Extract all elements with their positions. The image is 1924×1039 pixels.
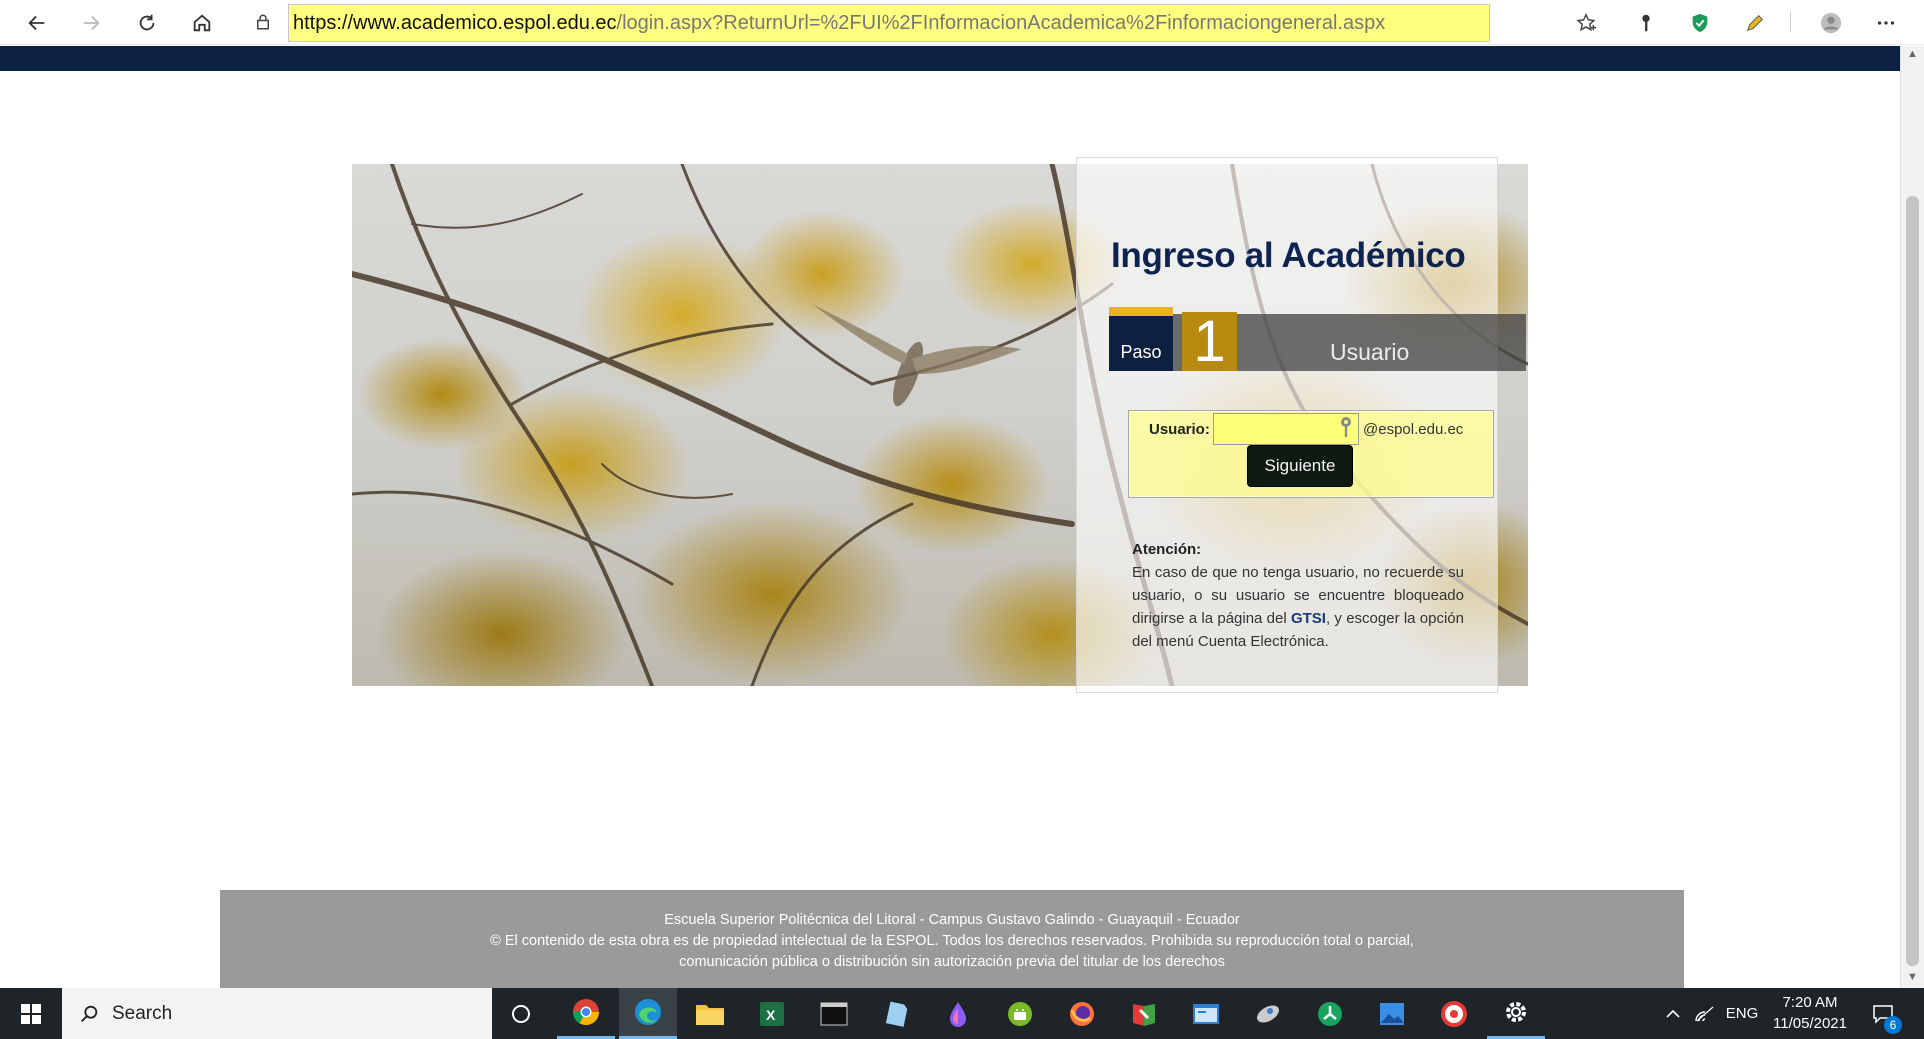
taskbar-chrome[interactable] — [557, 988, 615, 1039]
task-view-button[interactable] — [492, 988, 550, 1039]
green-circle-app-icon — [1318, 1001, 1342, 1026]
notepad-icon — [885, 1001, 908, 1027]
notification-count-badge: 6 — [1884, 1016, 1902, 1034]
gear-icon — [1506, 1002, 1526, 1022]
window-app-icon — [1193, 1003, 1219, 1024]
step-label: Usuario — [1330, 339, 1410, 365]
svg-text:X: X — [766, 1007, 776, 1023]
next-button[interactable]: Siguiente — [1247, 445, 1353, 487]
paint-drop-icon — [950, 1001, 966, 1027]
profile-button[interactable] — [1814, 6, 1848, 40]
star-add-icon — [1576, 13, 1597, 32]
taskbar-office-app[interactable] — [1115, 988, 1173, 1039]
taskbar-control-panel[interactable] — [1177, 988, 1235, 1039]
taskbar-file-explorer[interactable] — [681, 988, 739, 1039]
taskbar-android-app[interactable] — [991, 988, 1049, 1039]
browser-toolbar: https://www.academico.espol.edu.ec/login… — [0, 0, 1924, 45]
taskbar-photos[interactable] — [1363, 988, 1421, 1039]
gtsi-link[interactable]: GTSI — [1291, 610, 1326, 627]
excel-icon: X — [760, 1001, 784, 1026]
scroll-up-icon[interactable]: ▲ — [1907, 48, 1918, 60]
windows-taskbar: Search X ENG 7:20 AM 11/05/2021 6 — [0, 988, 1924, 1039]
system-clock[interactable]: 7:20 AM 11/05/2021 — [1760, 992, 1860, 1034]
scroll-down-icon[interactable]: ▼ — [1907, 971, 1918, 983]
red-app-icon — [1441, 1000, 1467, 1027]
refresh-icon — [139, 14, 155, 31]
url-host: https://www.academico.espol.edu.ec — [293, 11, 617, 34]
add-favorite-button[interactable] — [1569, 6, 1603, 40]
password-extension-button[interactable] — [1629, 6, 1663, 40]
pencil-icon — [1746, 15, 1763, 32]
network-button[interactable] — [1690, 988, 1720, 1039]
shield-extension-button[interactable] — [1683, 6, 1717, 40]
more-dots-icon — [1877, 21, 1895, 25]
colorful-app-icon — [1133, 1003, 1155, 1026]
taskbar-red-app[interactable] — [1425, 988, 1483, 1039]
home-icon — [193, 14, 211, 32]
home-button[interactable] — [185, 6, 219, 40]
taskbar-terminal[interactable] — [805, 988, 863, 1039]
login-form: Usuario: @espol.edu.ec Siguiente — [1128, 410, 1494, 498]
firefox-icon — [1070, 1001, 1094, 1026]
key-icon — [1341, 417, 1351, 437]
edge-icon — [635, 999, 661, 1025]
terminal-icon — [820, 1002, 848, 1025]
cortana-circle-icon — [512, 1004, 530, 1023]
step-number: 1 — [1182, 312, 1237, 371]
forward-arrow-icon — [83, 15, 100, 31]
taskbar-rocket-app[interactable] — [1239, 988, 1297, 1039]
start-button[interactable] — [0, 988, 62, 1039]
scrollbar-thumb[interactable] — [1906, 196, 1919, 966]
clock-time: 7:20 AM — [1782, 994, 1838, 1011]
windows-logo-icon — [21, 1003, 41, 1024]
avatar-icon — [1820, 12, 1842, 34]
back-arrow-icon — [28, 15, 45, 31]
show-hidden-icons-button[interactable] — [1660, 988, 1686, 1039]
hummingbird — [812, 304, 1022, 407]
input-language-button[interactable]: ENG — [1722, 988, 1762, 1039]
username-label: Usuario: — [1149, 421, 1210, 438]
folder-icon — [696, 1004, 724, 1025]
forward-button[interactable] — [74, 6, 108, 40]
taskbar-edge[interactable] — [619, 988, 677, 1039]
notice-title: Atención: — [1132, 541, 1202, 558]
search-placeholder: Search — [112, 1002, 173, 1024]
rocket-icon — [1257, 1004, 1279, 1023]
clock-date: 11/05/2021 — [1773, 1015, 1847, 1032]
lock-icon[interactable] — [252, 10, 274, 34]
footer-line-3: comunicación pública o distribución sin … — [679, 954, 1225, 970]
url-path: /login.aspx?ReturnUrl=%2FUI%2FInformacio… — [616, 11, 1386, 34]
taskbar-paint3d[interactable] — [929, 988, 987, 1039]
search-icon — [81, 1005, 98, 1022]
pen-extension-button[interactable] — [1738, 6, 1772, 40]
address-bar[interactable]: https://www.academico.espol.edu.ec/login… — [288, 4, 1490, 42]
footer-line-2: © El contenido de esta obra es de propie… — [490, 933, 1414, 949]
page-footer: Escuela Superior Politécnica del Litoral… — [220, 890, 1684, 988]
site-header-bar — [0, 46, 1900, 71]
login-title: Ingreso al Académico — [1111, 236, 1466, 275]
attention-notice: Atención: En caso de que no tenga usuari… — [1132, 538, 1464, 653]
taskbar-excel[interactable]: X — [743, 988, 801, 1039]
taskbar-firefox[interactable] — [1053, 988, 1111, 1039]
key-icon — [1642, 14, 1650, 32]
taskbar-settings[interactable] — [1487, 988, 1545, 1039]
wifi-icon — [1695, 1006, 1714, 1021]
android-icon — [1008, 1001, 1032, 1026]
refresh-button[interactable] — [130, 6, 164, 40]
photos-icon — [1380, 1002, 1404, 1025]
taskbar-notepad[interactable] — [867, 988, 925, 1039]
step-accent — [1109, 307, 1173, 316]
chrome-icon — [572, 999, 600, 1026]
taskbar-search[interactable]: Search — [62, 988, 492, 1039]
shield-icon — [1692, 13, 1708, 33]
back-button[interactable] — [20, 6, 54, 40]
more-options-button[interactable] — [1869, 6, 1903, 40]
vertical-scrollbar[interactable]: ▲ ▼ — [1900, 46, 1924, 988]
chevron-up-icon — [1666, 1009, 1680, 1018]
footer-line-1: Escuela Superior Politécnica del Litoral… — [664, 912, 1240, 928]
taskbar-green-app[interactable] — [1301, 988, 1359, 1039]
username-domain-suffix: @espol.edu.ec — [1363, 421, 1464, 438]
toolbar-separator — [1790, 12, 1791, 32]
step-prefix: Paso — [1109, 316, 1173, 371]
